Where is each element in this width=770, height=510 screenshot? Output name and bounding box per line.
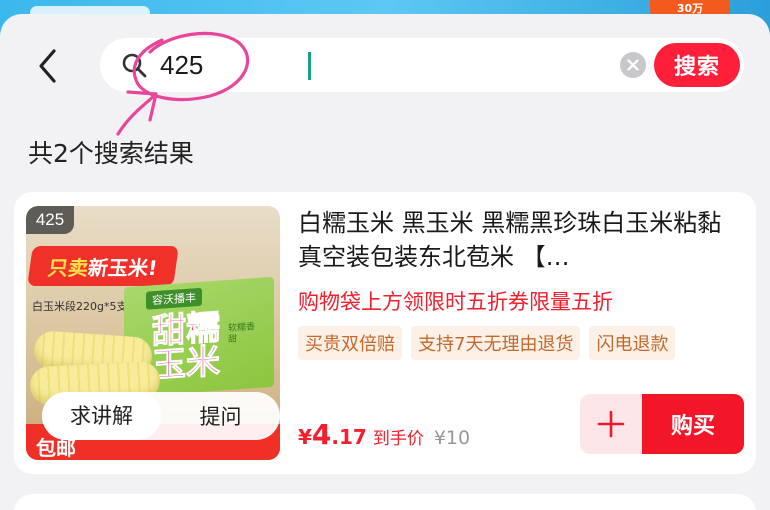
ask-explain-button[interactable]: 求讲解 bbox=[42, 392, 161, 440]
search-button[interactable]: 搜索 bbox=[654, 43, 740, 87]
product-card-next[interactable] bbox=[14, 494, 756, 510]
close-icon bbox=[627, 59, 639, 71]
price-decimal: .17 bbox=[331, 425, 367, 449]
search-query-text[interactable]: 425 bbox=[160, 50, 203, 80]
box-brand: 容沃播丰 bbox=[146, 287, 202, 310]
box-title: 甜糯玉米 bbox=[152, 307, 221, 387]
product-image-banner: 只卖 新玉米! bbox=[27, 246, 179, 286]
back-button[interactable] bbox=[30, 46, 66, 86]
product-card[interactable]: 425 只卖 新玉米! 白玉米段220g*5支 容沃播丰 甜糯玉米 软糯香甜 包… bbox=[14, 192, 756, 474]
price-label: 到手价 bbox=[372, 429, 424, 449]
ask-question-pill: 求讲解 提问 bbox=[42, 392, 280, 440]
price-integer: 4 bbox=[311, 418, 332, 451]
clear-icon[interactable] bbox=[620, 52, 646, 78]
search-input[interactable]: 425 搜索 bbox=[100, 38, 744, 92]
price-symbol: ¥ bbox=[298, 425, 312, 449]
original-price: ¥10 bbox=[433, 427, 471, 449]
service-tag: 闪电退款 bbox=[589, 326, 676, 360]
banner-prefix: 只卖 bbox=[46, 255, 90, 280]
ask-question-button[interactable]: 提问 bbox=[161, 401, 280, 431]
result-count: 共2个搜索结果 bbox=[28, 139, 194, 168]
banner-rest: 新玉米! bbox=[86, 255, 160, 280]
chevron-left-icon bbox=[39, 49, 56, 83]
buy-button[interactable]: 购买 bbox=[642, 394, 744, 454]
plus-icon bbox=[597, 410, 625, 438]
price-row: ¥ 4 .17 到手价 ¥10 bbox=[298, 418, 470, 451]
buy-group: 购买 bbox=[580, 394, 744, 454]
promo-text: 购物袋上方领限时五折券限量五折 bbox=[298, 290, 613, 314]
add-to-cart-button[interactable] bbox=[580, 394, 642, 454]
text-caret bbox=[308, 52, 311, 80]
service-tags: 买贵双倍赔 支持7天无理由退货 闪电退款 bbox=[298, 326, 676, 360]
service-tag: 买贵双倍赔 bbox=[298, 326, 402, 360]
product-title[interactable]: 白糯玉米 黑玉米 黑糯黑珍珠白玉米粘黏真空装包装东北苞米 【… bbox=[298, 206, 738, 274]
search-icon bbox=[122, 53, 147, 78]
service-tag: 支持7天无理由退货 bbox=[411, 326, 581, 360]
product-image-badge: 425 bbox=[26, 206, 74, 234]
product-image-spec: 白玉米段220g*5支 bbox=[32, 300, 128, 313]
box-subtitle: 软糯香甜 bbox=[228, 322, 256, 345]
